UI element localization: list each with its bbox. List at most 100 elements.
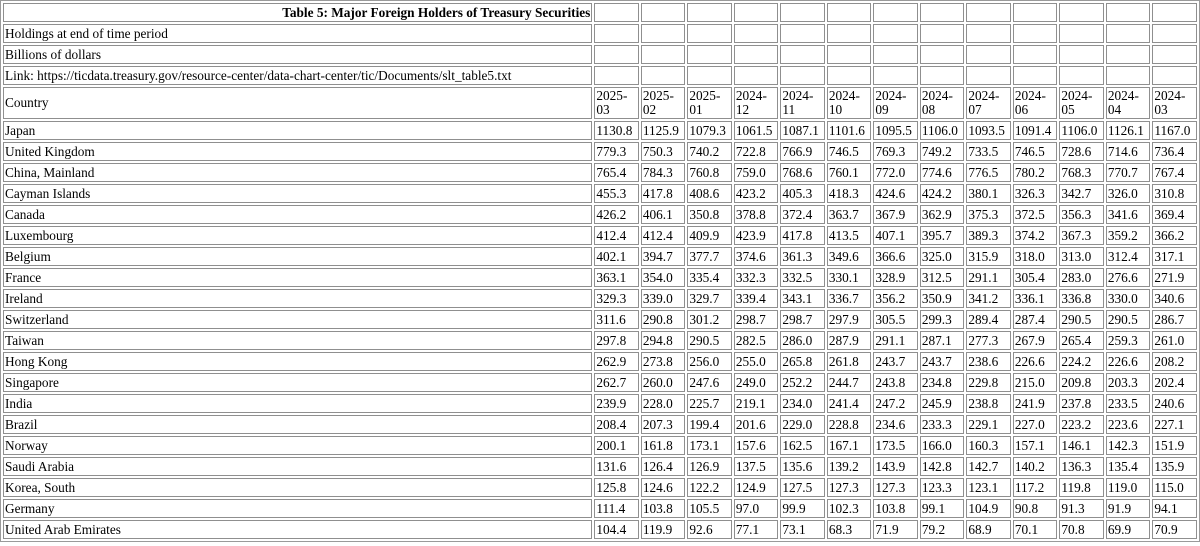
country-name: Canada (3, 205, 593, 224)
holding-value: 69.9 (1105, 520, 1151, 539)
empty-cell (826, 66, 872, 85)
period-year: 2024- (1154, 88, 1186, 103)
empty-cell (1152, 3, 1197, 22)
holding-value: 317.1 (1152, 247, 1197, 266)
note-row: Holdings at end of time period (3, 24, 1197, 43)
empty-cell (687, 45, 732, 64)
empty-cell (594, 66, 639, 85)
period-year: 2024- (735, 88, 767, 103)
country-name: Belgium (3, 247, 593, 266)
empty-cell (640, 45, 686, 64)
holding-value: 760.1 (826, 163, 872, 182)
empty-cell (1152, 24, 1197, 43)
holding-value: 201.6 (733, 415, 779, 434)
holding-value: 362.9 (919, 205, 965, 224)
period-header: 2024- 03 (1152, 87, 1197, 119)
period-month: 05 (1061, 102, 1075, 117)
holding-value: 769.3 (873, 142, 918, 161)
holding-value: 412.4 (640, 226, 686, 245)
holding-value: 770.7 (1105, 163, 1151, 182)
holding-value: 311.6 (594, 310, 639, 329)
holding-value: 70.8 (1059, 520, 1104, 539)
empty-cell (1152, 66, 1197, 85)
period-month: 03 (596, 102, 610, 117)
holding-value: 219.1 (733, 394, 779, 413)
holding-value: 378.8 (733, 205, 779, 224)
holding-value: 142.7 (966, 457, 1011, 476)
holding-value: 736.4 (1152, 142, 1197, 161)
holding-value: 305.5 (873, 310, 918, 329)
holding-value: 313.0 (1059, 247, 1104, 266)
holding-value: 199.4 (687, 415, 732, 434)
holding-value: 247.6 (687, 373, 732, 392)
holding-value: 336.1 (1012, 289, 1058, 308)
holding-value: 124.9 (733, 478, 779, 497)
period-year: 2024- (1014, 88, 1046, 103)
table-row: Norway 200.1 161.8 173.1 157.6 162.5 167.1 173.… (3, 436, 1197, 455)
holding-value: 330.1 (826, 268, 872, 287)
holding-value: 208.2 (1152, 352, 1197, 371)
holding-value: 354.0 (640, 268, 686, 287)
holding-value: 137.5 (733, 457, 779, 476)
table-row: Taiwan 297.8 294.8 290.5 282.5 286.0 287.9 291.… (3, 331, 1197, 350)
holding-value: 394.7 (640, 247, 686, 266)
period-month: 06 (1014, 102, 1029, 117)
holding-value: 139.2 (826, 457, 872, 476)
table-row: Germany 111.4 103.8 105.5 97.0 99.9 102.3 103.8… (3, 499, 1197, 518)
holding-value: 207.3 (640, 415, 686, 434)
holding-value: 326.3 (1012, 184, 1058, 203)
holding-value: 417.8 (640, 184, 686, 203)
table-row: China, Mainland 765.4 784.3 760.8 759.0 768.6… (3, 163, 1197, 182)
note-text: Link: https://ticdata.treasury.gov/resou… (3, 66, 593, 85)
table-row: France 363.1 354.0 335.4 332.3 332.5 330.1 328.… (3, 268, 1197, 287)
empty-cell (919, 45, 965, 64)
period-year: 2024- (1107, 88, 1139, 103)
country-name: Taiwan (3, 331, 593, 350)
holding-value: 290.5 (1059, 310, 1104, 329)
holding-value: 366.2 (1152, 226, 1197, 245)
table-row: Belgium 402.1 394.7 377.7 374.6 361.3 349.6 366… (3, 247, 1197, 266)
note-text: Billions of dollars (3, 45, 593, 64)
period-header: 2024- 09 (873, 87, 918, 119)
period-month: 03 (1154, 102, 1168, 117)
holding-value: 406.1 (640, 205, 686, 224)
holding-value: 455.3 (594, 184, 639, 203)
holding-value: 135.6 (780, 457, 825, 476)
holding-value: 335.4 (687, 268, 732, 287)
holding-value: 123.3 (919, 478, 965, 497)
holding-value: 417.8 (780, 226, 825, 245)
holding-value: 287.9 (826, 331, 872, 350)
empty-cell (966, 24, 1011, 43)
holding-value: 265.4 (1059, 331, 1104, 350)
holding-value: 126.9 (687, 457, 732, 476)
holding-value: 99.9 (780, 499, 825, 518)
holding-value: 142.8 (919, 457, 965, 476)
period-month: 02 (642, 102, 657, 117)
holding-value: 146.1 (1059, 436, 1104, 455)
holding-value: 161.8 (640, 436, 686, 455)
holding-value: 339.4 (733, 289, 779, 308)
holding-value: 252.2 (780, 373, 825, 392)
holding-value: 286.7 (1152, 310, 1197, 329)
holding-value: 261.0 (1152, 331, 1197, 350)
holding-value: 310.8 (1152, 184, 1197, 203)
holding-value: 135.4 (1105, 457, 1151, 476)
holding-value: 105.5 (687, 499, 732, 518)
holding-value: 298.7 (780, 310, 825, 329)
holding-value: 283.0 (1059, 268, 1104, 287)
holding-value: 1167.0 (1152, 121, 1197, 140)
holding-value: 426.2 (594, 205, 639, 224)
holding-value: 135.9 (1152, 457, 1197, 476)
holding-value: 261.8 (826, 352, 872, 371)
empty-cell (780, 3, 825, 22)
empty-cell (733, 66, 779, 85)
holding-value: 276.6 (1105, 268, 1151, 287)
holding-value: 367.9 (873, 205, 918, 224)
period-month: 08 (921, 102, 936, 117)
holding-value: 759.0 (733, 163, 779, 182)
holding-value: 722.8 (733, 142, 779, 161)
holding-value: 767.4 (1152, 163, 1197, 182)
table-row: Brazil 208.4 207.3 199.4 201.6 229.0 228.8 234.… (3, 415, 1197, 434)
country-name: Ireland (3, 289, 593, 308)
holding-value: 1095.5 (873, 121, 918, 140)
